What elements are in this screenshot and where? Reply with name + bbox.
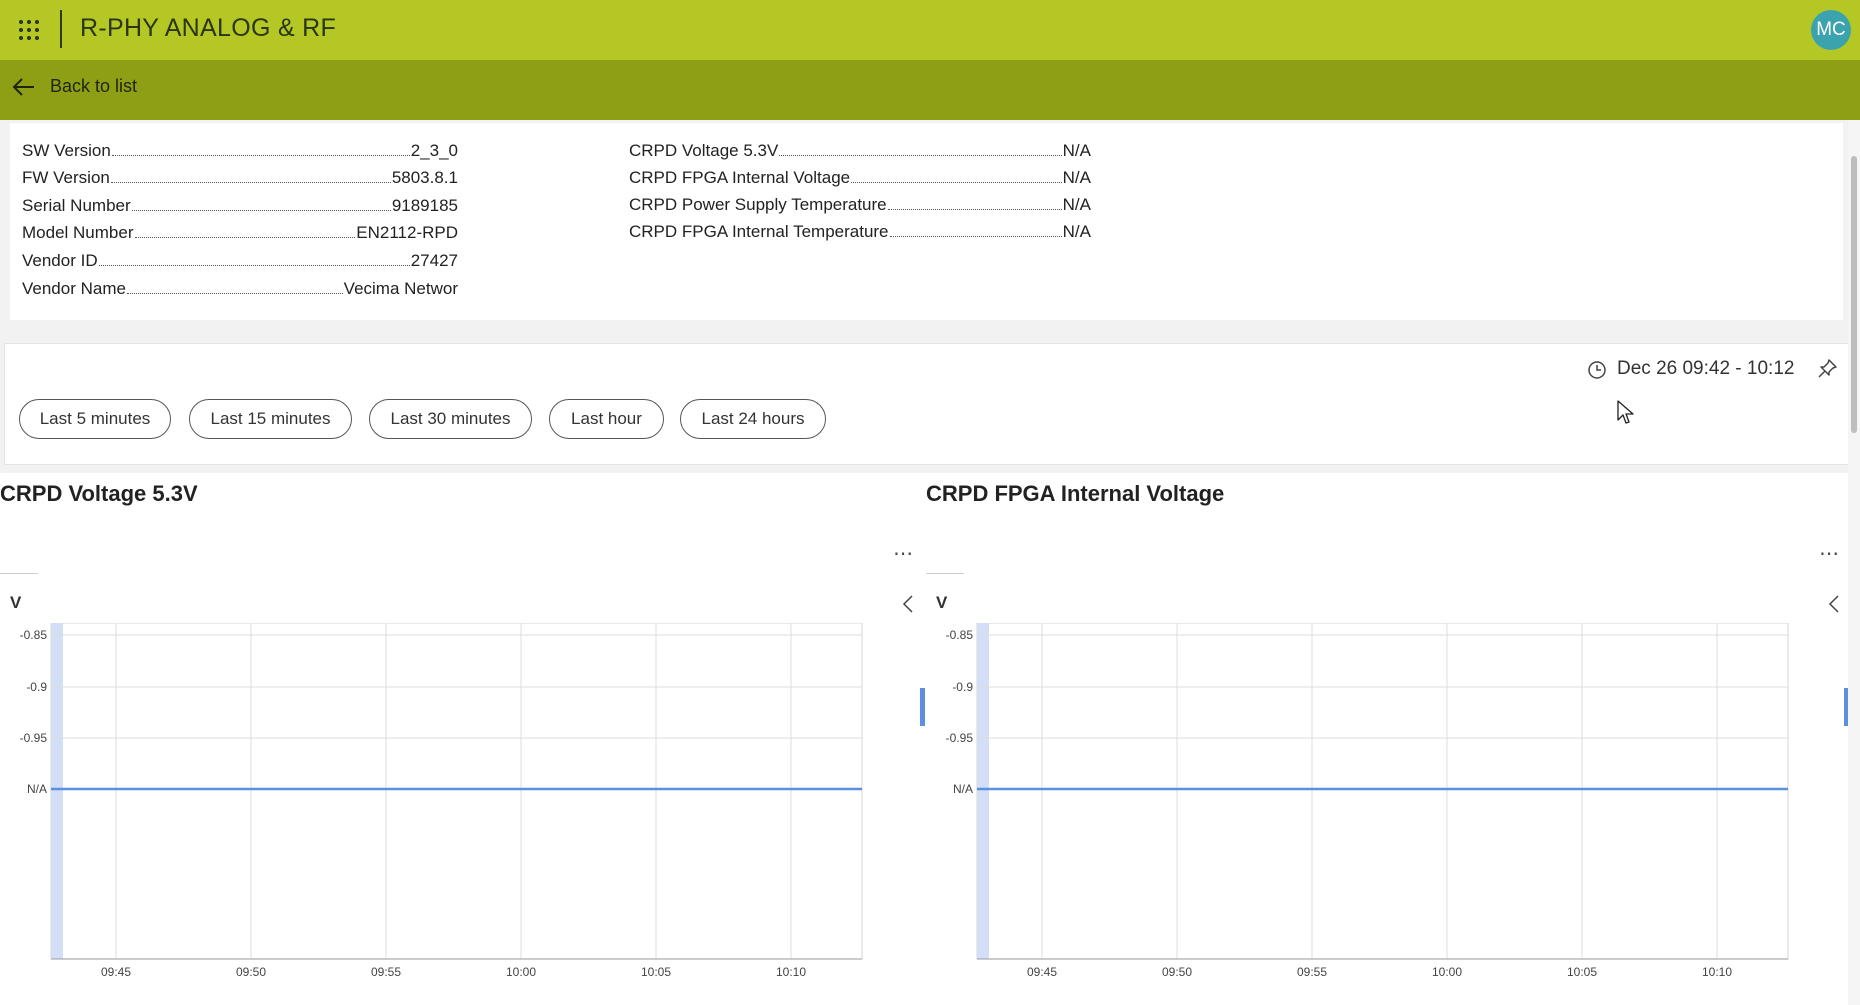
info-row-power-supply-temp: CRPD Power Supply Temperature N/A xyxy=(629,193,1091,215)
last-15-minutes-button[interactable]: Last 15 minutes xyxy=(189,399,352,439)
info-value: 27427 xyxy=(410,251,458,270)
info-row-model-number: Model Number EN2112-RPD xyxy=(22,221,458,243)
info-label: CRPD FPGA Internal Voltage xyxy=(629,168,851,187)
x-tick-label: 10:05 xyxy=(641,965,671,979)
info-value: N/A xyxy=(1062,222,1091,241)
info-row-fw-version: FW Version 5803.8.1 xyxy=(22,166,458,188)
header-divider xyxy=(60,10,62,48)
device-info-card: SW Version 2_3_0 FW Version 5803.8.1 Seria… xyxy=(10,123,1843,320)
x-tick-label: 10:05 xyxy=(1567,965,1597,979)
last-24-hours-button[interactable]: Last 24 hours xyxy=(680,399,826,439)
info-value: 2_3_0 xyxy=(410,141,458,160)
y-tick-label: N/A xyxy=(27,782,47,796)
x-tick-label: 09:55 xyxy=(1297,965,1327,979)
y-tick-label: N/A xyxy=(953,782,973,796)
plot-area xyxy=(976,623,1789,960)
info-label: CRPD Voltage 5.3V xyxy=(629,141,779,160)
x-tick-label: 10:10 xyxy=(776,965,806,979)
info-label: Vendor Name xyxy=(22,279,126,298)
last-hour-button[interactable]: Last hour xyxy=(549,399,664,439)
scroll-marker xyxy=(920,688,925,726)
arrow-left-icon xyxy=(12,77,34,96)
info-value: N/A xyxy=(1062,168,1091,187)
info-row-sw-version: SW Version 2_3_0 xyxy=(22,139,458,161)
chart-title: CRPD FPGA Internal Voltage xyxy=(926,481,1225,506)
x-tick-label: 10:10 xyxy=(1702,965,1732,979)
last-5-minutes-button[interactable]: Last 5 minutes xyxy=(19,399,171,439)
x-tick-label: 09:50 xyxy=(236,965,266,979)
main-content: SW Version 2_3_0 FW Version 5803.8.1 Seria… xyxy=(0,120,1850,1005)
y-tick-label: -0.95 xyxy=(946,731,974,745)
chart-title: CRPD Voltage 5.3V xyxy=(0,481,198,506)
info-row-serial-number: Serial Number 9189185 xyxy=(22,194,458,216)
info-value: N/A xyxy=(1062,141,1091,160)
time-range-card: Last 5 minutes Last 15 minutes Last 30 m… xyxy=(4,343,1850,465)
y-unit-label: V xyxy=(936,593,948,612)
back-to-list-label: Back to list xyxy=(50,76,138,96)
info-row-vendor-id: Vendor ID 27427 xyxy=(22,249,458,271)
x-tick-label: 09:55 xyxy=(371,965,401,979)
plot-area xyxy=(50,623,863,960)
info-value: Vecima Networ xyxy=(343,279,458,298)
info-value: 5803.8.1 xyxy=(391,168,458,187)
y-tick-label: -0.95 xyxy=(20,731,48,745)
info-label: CRPD Power Supply Temperature xyxy=(629,195,887,214)
x-tick-label: 10:00 xyxy=(506,965,536,979)
chart-fpga-voltage: -0.85 -0.9 -0.95 N/A 09:45 09:50 09:55 10:00 10:… xyxy=(946,623,1789,979)
time-range-label[interactable]: Dec 26 09:42 - 10:12 xyxy=(1617,358,1794,380)
info-label: Model Number xyxy=(22,223,134,242)
page-scrollbar[interactable] xyxy=(1848,120,1860,1005)
info-label: CRPD FPGA Internal Temperature xyxy=(629,222,889,241)
info-label: Vendor ID xyxy=(22,251,98,270)
scrollbar-thumb[interactable] xyxy=(1851,156,1857,433)
info-label: FW Version xyxy=(22,168,110,187)
info-row-vendor-name: Vendor Name Vecima Networ xyxy=(22,277,458,299)
x-tick-label: 10:00 xyxy=(1432,965,1462,979)
divider xyxy=(0,573,38,574)
x-tick-label: 09:50 xyxy=(1162,965,1192,979)
info-label: Serial Number xyxy=(22,196,131,215)
divider xyxy=(926,573,964,574)
range-highlight-band xyxy=(51,623,63,959)
y-tick-label: -0.9 xyxy=(952,680,973,694)
back-to-list-link[interactable]: Back to list xyxy=(12,76,137,97)
waffle-grid-icon[interactable] xyxy=(18,19,40,41)
chart-crpd-voltage: -0.85 -0.9 -0.95 N/A 09:45 09:50 09:55 10:00 10:… xyxy=(20,623,863,979)
info-value: EN2112-RPD xyxy=(356,223,458,242)
sub-header: Back to list xyxy=(0,60,1860,120)
avatar[interactable]: MC xyxy=(1811,10,1851,50)
app-title: R-PHY ANALOG & RF xyxy=(80,14,337,42)
x-tick-label: 09:45 xyxy=(1027,965,1057,979)
charts-area: CRPD Voltage 5.3V ⋯ V -0.85 -0.9 -0.95 N/A 0… xyxy=(0,473,1850,1005)
more-options-icon[interactable]: ⋯ xyxy=(893,541,914,566)
last-30-minutes-button[interactable]: Last 30 minutes xyxy=(369,399,532,439)
y-unit-label: V xyxy=(10,593,22,612)
info-label: SW Version xyxy=(22,141,111,160)
y-tick-label: -0.85 xyxy=(946,628,974,642)
y-tick-label: -0.9 xyxy=(26,680,47,694)
chart-panel-crpd-voltage: CRPD Voltage 5.3V ⋯ V -0.85 -0.9 -0.95 N/A 0… xyxy=(0,473,925,1005)
chart-panel-fpga-voltage: CRPD FPGA Internal Voltage ⋯ V -0.85 -0.9… xyxy=(926,473,1850,1005)
x-tick-label: 09:45 xyxy=(101,965,131,979)
more-options-icon[interactable]: ⋯ xyxy=(1819,541,1840,566)
pin-icon[interactable] xyxy=(1816,358,1838,380)
y-tick-label: -0.85 xyxy=(20,628,48,642)
chevron-left-icon[interactable] xyxy=(1828,595,1840,613)
info-row-crpd-voltage: CRPD Voltage 5.3V N/A xyxy=(629,139,1091,161)
info-row-fpga-voltage: CRPD FPGA Internal Voltage N/A xyxy=(629,166,1091,188)
app-header: R-PHY ANALOG & RF MC xyxy=(0,0,1860,60)
clock-icon xyxy=(1588,361,1606,379)
info-value: N/A xyxy=(1062,195,1091,214)
info-row-fpga-temp: CRPD FPGA Internal Temperature N/A xyxy=(629,220,1091,242)
range-highlight-band xyxy=(977,623,989,959)
mouse-cursor-icon xyxy=(1617,400,1634,424)
info-value: 9189185 xyxy=(391,196,458,215)
chevron-left-icon[interactable] xyxy=(902,595,914,613)
